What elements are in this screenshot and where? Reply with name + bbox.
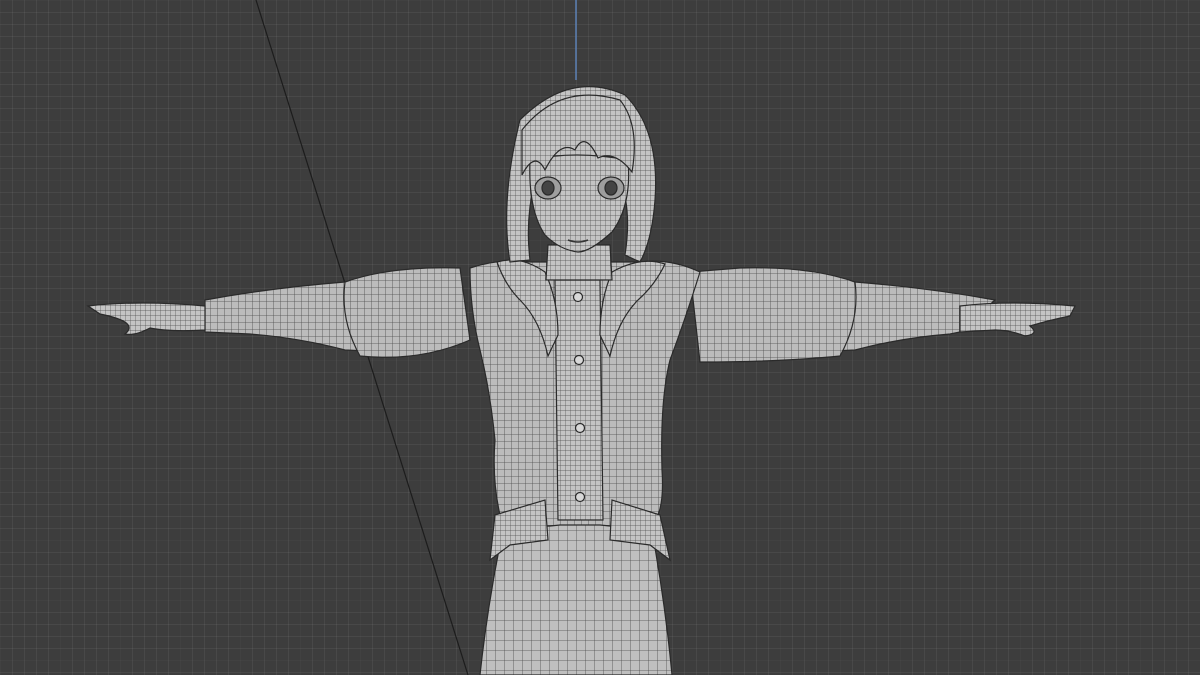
right-sleeve-mesh [689, 267, 857, 363]
inner-shirt-mesh [554, 279, 604, 521]
button [574, 422, 586, 434]
left-pupil [541, 180, 555, 196]
button [573, 354, 585, 366]
left-hand-mesh [86, 302, 206, 335]
left-sleeve-mesh [343, 267, 471, 358]
character-mesh[interactable] [86, 86, 1076, 675]
3d-viewport[interactable] [0, 0, 1200, 675]
button [572, 291, 584, 303]
button [574, 491, 586, 503]
right-hand-mesh [959, 302, 1076, 337]
viewport-scene[interactable] [0, 0, 1200, 675]
right-pupil [604, 180, 618, 196]
